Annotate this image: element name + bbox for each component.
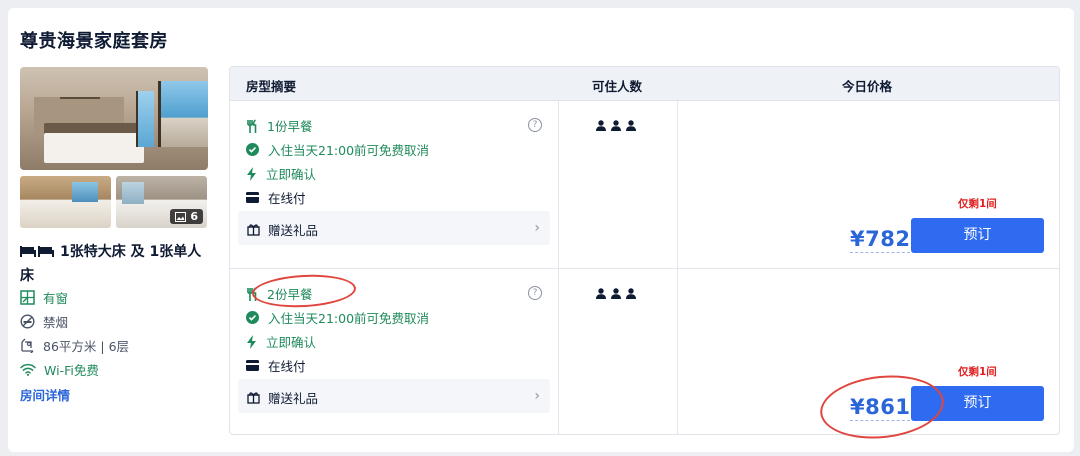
help-icon[interactable]: ? xyxy=(528,118,542,132)
person-icon xyxy=(596,288,606,299)
lightning-icon xyxy=(247,166,256,181)
rooms-remaining: 仅剩1间 xyxy=(958,198,997,210)
feature-label: 86平方米 | 6层 xyxy=(43,339,130,354)
check-circle-icon xyxy=(246,311,259,324)
confirm-label: 立即确认 xyxy=(266,167,317,182)
wifi-icon xyxy=(20,363,36,376)
utensils-icon xyxy=(247,118,257,133)
area-icon xyxy=(21,338,34,353)
feature-window: 有窗 xyxy=(20,288,68,307)
photo-count: 6 xyxy=(190,210,198,223)
feature-label: 禁烟 xyxy=(43,315,69,330)
cancel-policy: 入住当天21:00前可免费取消 xyxy=(246,140,429,159)
check-circle-icon xyxy=(246,143,259,156)
payment-method: 在线付 xyxy=(246,356,306,375)
payment-label: 在线付 xyxy=(268,191,306,206)
card-icon xyxy=(246,192,259,203)
lightning-icon xyxy=(247,334,256,349)
header-summary: 房型摘要 xyxy=(246,79,297,94)
bed-icon xyxy=(20,243,54,265)
header-guests: 可住人数 xyxy=(592,79,643,94)
price[interactable]: ¥782 xyxy=(850,226,911,253)
feature-no-smoking: 禁烟 xyxy=(20,312,68,331)
feature-wifi: Wi-Fi免费 xyxy=(20,360,99,379)
window-icon xyxy=(20,290,35,305)
gift-row[interactable]: 赠送礼品 › xyxy=(238,211,550,245)
person-icon xyxy=(596,120,606,131)
person-icon xyxy=(611,120,621,131)
breakfast-info: 2份早餐 xyxy=(246,284,312,303)
chevron-right-icon: › xyxy=(534,388,540,404)
payment-label: 在线付 xyxy=(268,359,306,374)
breakfast-label: 1份早餐 xyxy=(267,119,313,134)
room-thumbnail[interactable]: 6 xyxy=(116,176,207,228)
gift-label: 赠送礼品 xyxy=(268,223,319,238)
cancel-label: 入住当天21:00前可免费取消 xyxy=(268,143,430,158)
instant-confirm: 立即确认 xyxy=(246,164,316,183)
table-row: 1份早餐 ? 入住当天21:00前可免费取消 立即确认 在线付 赠送礼品 › 仅… xyxy=(230,101,1059,268)
instant-confirm: 立即确认 xyxy=(246,332,316,351)
header-price: 今日价格 xyxy=(842,79,893,94)
utensils-icon xyxy=(247,286,257,301)
no-smoking-icon xyxy=(20,314,35,329)
photo-count-badge[interactable]: 6 xyxy=(170,209,203,224)
breakfast-label: 2份早餐 xyxy=(267,287,313,302)
person-icon xyxy=(611,288,621,299)
table-header: 房型摘要 可住人数 今日价格 xyxy=(230,67,1059,101)
rooms-remaining: 仅剩1间 xyxy=(958,366,997,378)
breakfast-info: 1份早餐 xyxy=(246,116,312,135)
person-icon xyxy=(626,288,636,299)
book-button[interactable]: 预订 xyxy=(911,386,1044,421)
price[interactable]: ¥861 xyxy=(850,394,911,421)
table-row: 2份早餐 ? 入住当天21:00前可免费取消 立即确认 在线付 赠送礼品 › 仅… xyxy=(230,269,1059,434)
room-thumbnail[interactable] xyxy=(20,176,111,228)
feature-label: 有窗 xyxy=(43,291,69,306)
cancel-label: 入住当天21:00前可免费取消 xyxy=(268,311,430,326)
person-icon xyxy=(626,120,636,131)
guest-capacity xyxy=(596,120,636,131)
rate-plan-table: 房型摘要 可住人数 今日价格 1份早餐 ? 入住当天21:00前可免费取消 立即… xyxy=(229,66,1060,435)
guest-capacity xyxy=(596,288,636,299)
cancel-policy: 入住当天21:00前可免费取消 xyxy=(246,308,429,327)
help-icon[interactable]: ? xyxy=(528,286,542,300)
feature-label: Wi-Fi免费 xyxy=(44,363,99,378)
confirm-label: 立即确认 xyxy=(266,335,317,350)
image-icon xyxy=(175,211,187,222)
bed-description: 1张特大床 及 1张单人床 xyxy=(20,241,212,287)
card-icon xyxy=(246,360,259,371)
gift-label: 赠送礼品 xyxy=(268,391,319,406)
room-details-link[interactable]: 房间详情 xyxy=(20,385,70,404)
room-main-photo[interactable] xyxy=(20,67,208,170)
gift-row[interactable]: 赠送礼品 › xyxy=(238,379,550,413)
gift-icon xyxy=(247,389,260,408)
feature-area: 86平方米 | 6层 xyxy=(20,336,129,355)
payment-method: 在线付 xyxy=(246,188,306,207)
book-button[interactable]: 预订 xyxy=(911,218,1044,253)
room-title: 尊贵海景家庭套房 xyxy=(20,31,168,52)
gift-icon xyxy=(247,221,260,240)
chevron-right-icon: › xyxy=(534,220,540,236)
